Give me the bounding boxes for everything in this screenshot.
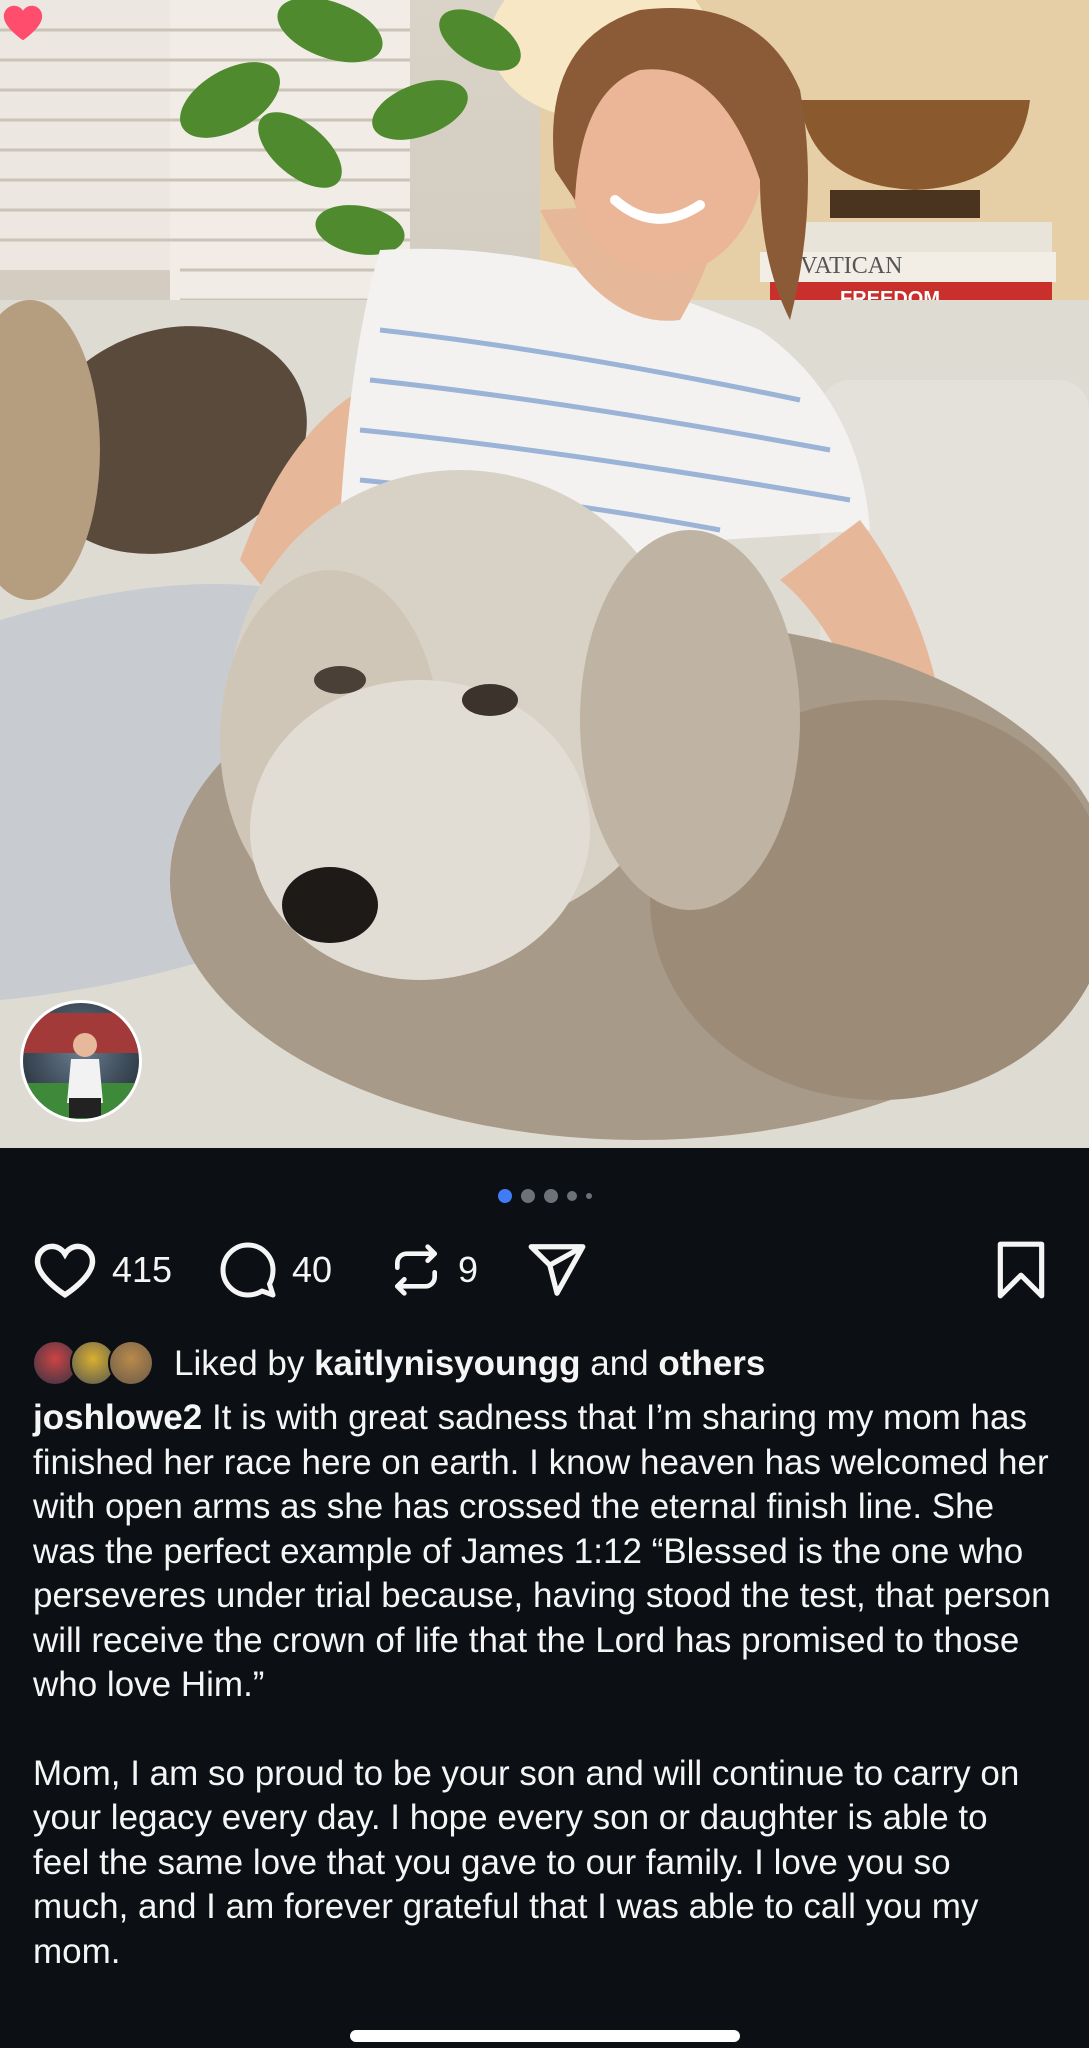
comment-button[interactable]: 40 <box>218 1232 332 1308</box>
repost-icon <box>395 1244 437 1296</box>
liked-by-middle: and <box>580 1344 659 1383</box>
avatar <box>108 1340 154 1386</box>
like-button[interactable]: 415 <box>32 1232 172 1308</box>
liker-avatars <box>32 1336 160 1392</box>
post-photo[interactable]: E VATICAN FREEDOM <box>0 0 1089 1148</box>
caption-text-1: It is with great sadness that I’m sharin… <box>33 1398 1061 1704</box>
liked-by-others[interactable]: others <box>658 1344 765 1384</box>
carousel-dot <box>543 1189 558 1203</box>
story-avatar[interactable] <box>20 1000 142 1122</box>
carousel-indicator <box>0 1188 1089 1204</box>
carousel-dot <box>566 1191 577 1201</box>
liked-by-row[interactable]: Liked by kaitlynisyoungg and others <box>32 1336 765 1392</box>
comment-icon <box>220 1242 276 1298</box>
carousel-dot <box>520 1189 535 1203</box>
save-button[interactable] <box>994 1232 1048 1308</box>
send-icon <box>528 1244 586 1296</box>
repost-count: 9 <box>458 1249 479 1290</box>
caption-paragraph-1: joshlowe2 It is with great sadness that … <box>33 1396 1053 1708</box>
post-caption: joshlowe2 It is with great sadness that … <box>33 1396 1053 1974</box>
liked-by-prefix: Liked by <box>174 1344 315 1383</box>
photo-illustration: E VATICAN FREEDOM <box>0 0 1089 1148</box>
repost-button[interactable]: 9 <box>388 1232 478 1308</box>
heart-icon <box>34 1243 96 1298</box>
caption-username[interactable]: joshlowe2 <box>33 1398 202 1437</box>
share-button[interactable] <box>526 1232 588 1308</box>
carousel-dot <box>585 1193 592 1199</box>
heart-reaction-icon <box>3 5 43 41</box>
carousel-dot-active <box>497 1189 512 1203</box>
liker-username[interactable]: kaitlynisyoungg <box>314 1344 580 1384</box>
home-indicator[interactable] <box>350 2030 740 2042</box>
comment-count: 40 <box>292 1249 333 1290</box>
caption-paragraph-2: Mom, I am so proud to be your son and wi… <box>33 1753 1030 1971</box>
bookmark-icon <box>997 1241 1045 1299</box>
avatar-person-icon <box>23 1013 139 1119</box>
post-action-bar: 415 40 9 <box>32 1232 1057 1308</box>
like-count: 415 <box>112 1249 173 1290</box>
